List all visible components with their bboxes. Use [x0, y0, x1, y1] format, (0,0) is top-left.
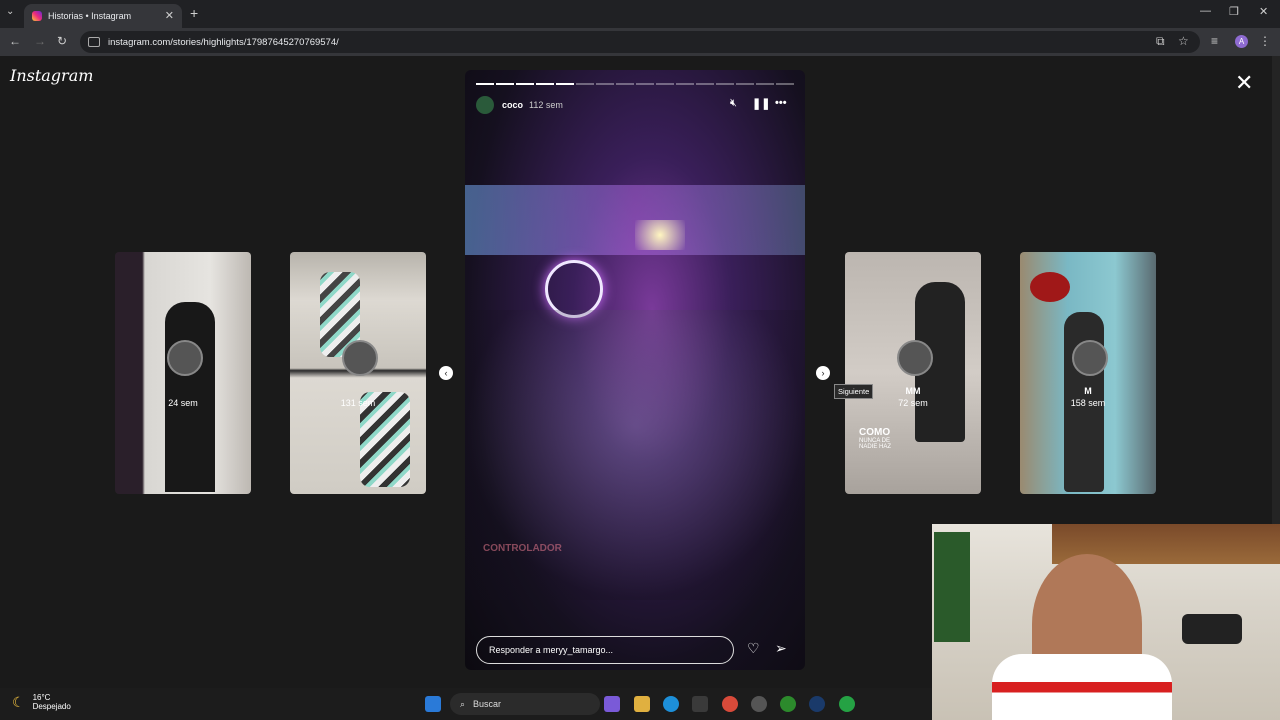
weather-condition: Despejado: [32, 702, 71, 711]
story-thumbnail[interactable]: 131 sem: [290, 252, 426, 494]
back-icon[interactable]: ←: [9, 34, 21, 48]
windows-start-icon[interactable]: [425, 696, 441, 712]
next-tooltip: Siguiente: [834, 384, 874, 399]
instagram-favicon-icon: [32, 11, 42, 21]
progress-segment: [556, 83, 574, 85]
thumbnail-avatar: [897, 340, 933, 376]
browser-tab-instagram[interactable]: Historias • Instagram ✕: [24, 4, 182, 28]
reload-icon[interactable]: ↻: [57, 34, 67, 48]
like-heart-icon[interactable]: ♡: [747, 640, 760, 657]
thumbnail-name: M: [1084, 386, 1092, 396]
address-bar[interactable]: instagram.com/stories/highlights/1798764…: [80, 31, 1200, 53]
browser-toolbar: ← → ↻ instagram.com/stories/highlights/1…: [0, 28, 1280, 56]
progress-segment: [696, 83, 714, 85]
browser-tab-strip: ⌄ Historias • Instagram ✕ + — ❐ ✕: [0, 0, 1280, 28]
store-icon[interactable]: [692, 696, 708, 712]
streamer-shirt: [992, 654, 1172, 720]
story-header: coco 112 sem: [476, 96, 563, 114]
more-options-icon[interactable]: •••: [775, 97, 787, 109]
next-story-button[interactable]: ›: [816, 366, 830, 380]
profile-avatar[interactable]: A: [1235, 35, 1248, 48]
taskbar-search[interactable]: ⌕ Buscar: [450, 693, 600, 715]
story-thumbnail[interactable]: MM 72 sem COMO NUNCA DE NADIE HAZ: [845, 252, 981, 494]
thumbnail-caption: COMO: [859, 427, 891, 438]
taskbar-search-label: Buscar: [473, 699, 502, 709]
thumbnail-time: 72 sem: [898, 398, 928, 408]
spotlight: [635, 220, 685, 250]
progress-segment: [776, 83, 794, 85]
moon-icon: ☾: [12, 693, 25, 710]
thumbnail-avatar: [167, 340, 203, 376]
story-username[interactable]: coco: [502, 100, 523, 110]
thumbnail-time: 24 sem: [168, 398, 198, 408]
edge-icon[interactable]: [663, 696, 679, 712]
story-time: 112 sem: [529, 100, 563, 110]
previous-story-button[interactable]: ‹: [439, 366, 453, 380]
weather-widget[interactable]: ☾ 16°C Despejado: [12, 693, 71, 711]
person-silhouette: [165, 302, 215, 492]
install-app-icon[interactable]: ⧉: [1156, 34, 1165, 49]
progress-segment: [476, 83, 494, 85]
instagram-logo[interactable]: Instagram: [10, 66, 93, 85]
webcam-overlay: [932, 524, 1280, 720]
send-icon[interactable]: ➢: [775, 640, 787, 657]
chrome-icon[interactable]: [722, 696, 738, 712]
story-progress-bar: [476, 83, 794, 85]
crowd-area: [465, 310, 805, 600]
progress-segment: [676, 83, 694, 85]
reading-list-icon[interactable]: ≡: [1211, 34, 1218, 48]
bookmark-star-icon[interactable]: ☆: [1178, 34, 1189, 48]
settings-gear-icon[interactable]: [751, 696, 767, 712]
progress-segment: [736, 83, 754, 85]
flower-decoration: [1030, 272, 1070, 302]
wall-flag: [934, 532, 970, 642]
window-close-icon[interactable]: ✕: [1259, 5, 1268, 18]
progress-segment: [516, 83, 534, 85]
forward-icon[interactable]: →: [34, 34, 46, 48]
story-thumbnail[interactable]: M 158 sem: [1020, 252, 1156, 494]
new-tab-button[interactable]: +: [190, 5, 198, 21]
tab-title: Historias • Instagram: [48, 11, 132, 21]
progress-segment: [576, 83, 594, 85]
microphone: [1182, 614, 1242, 644]
progress-segment: [496, 83, 514, 85]
story-thumbnail[interactable]: 24 sem: [115, 252, 251, 494]
site-info-icon[interactable]: [88, 37, 100, 47]
story-overlay-text: CONTROLADOR: [483, 543, 562, 554]
menu-kebab-icon[interactable]: ⋮: [1259, 34, 1271, 48]
copilot-icon[interactable]: [604, 696, 620, 712]
search-icon: ⌕: [460, 698, 466, 709]
pause-icon[interactable]: ❚❚: [752, 97, 770, 110]
progress-segment: [656, 83, 674, 85]
url-text: instagram.com/stories/highlights/1798764…: [108, 36, 339, 48]
thumbnail-avatar: [342, 340, 378, 376]
close-tab-icon[interactable]: ✕: [165, 9, 174, 22]
progress-segment: [616, 83, 634, 85]
weather-temp: 16°C: [32, 693, 51, 702]
tab-search-icon[interactable]: ⌄: [6, 6, 14, 17]
progress-segment: [756, 83, 774, 85]
story-avatar[interactable]: [476, 96, 494, 114]
thumbnail-time: 158 sem: [1070, 398, 1106, 408]
xbox-icon[interactable]: [780, 696, 796, 712]
steam-icon[interactable]: [809, 696, 825, 712]
file-explorer-icon[interactable]: [634, 696, 650, 712]
reply-input[interactable]: Responder a meryy_tamargo...: [476, 636, 734, 664]
mute-icon[interactable]: 🔇︎: [730, 97, 737, 110]
thumbnail-avatar: [1072, 340, 1108, 376]
close-stories-icon[interactable]: ✕: [1235, 70, 1253, 96]
thumbnail-time: 131 sem: [340, 398, 376, 408]
restore-icon[interactable]: ❐: [1229, 5, 1239, 18]
progress-segment: [716, 83, 734, 85]
progress-segment: [596, 83, 614, 85]
whatsapp-icon[interactable]: [839, 696, 855, 712]
progress-segment: [636, 83, 654, 85]
minimize-icon[interactable]: —: [1200, 5, 1211, 17]
active-story[interactable]: CONTROLADOR coco 112 sem 🔇︎ ❚❚ ••• Respo…: [465, 70, 805, 670]
progress-segment: [536, 83, 554, 85]
thumbnail-caption: NUNCA DE NADIE HAZ: [859, 438, 892, 450]
